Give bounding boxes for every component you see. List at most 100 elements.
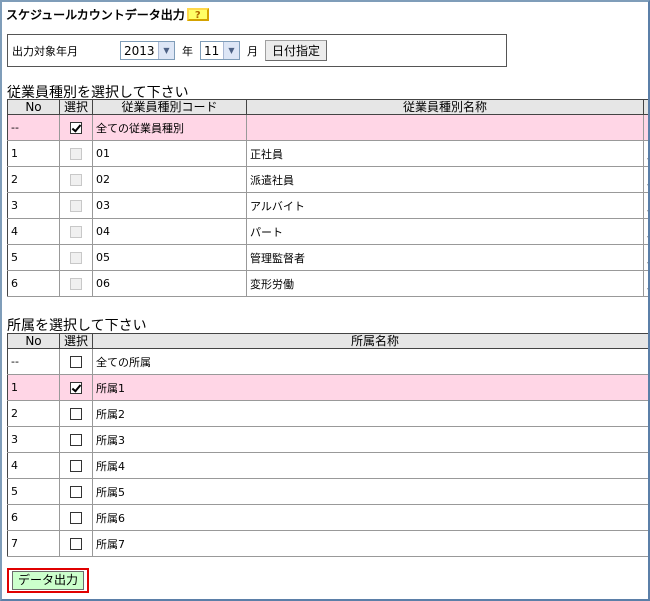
- row-select-cell[interactable]: [59, 504, 93, 531]
- row-no: 4: [7, 218, 60, 245]
- col-header-dept-name: 所属名称: [92, 333, 648, 349]
- row-select-cell[interactable]: [59, 400, 93, 427]
- row-code: 03: [92, 192, 247, 219]
- row-checkbox[interactable]: [70, 148, 82, 160]
- row-name: 所属7: [92, 530, 648, 557]
- row-extra: 月: [643, 270, 648, 297]
- row-checkbox[interactable]: [70, 122, 82, 134]
- row-code: 02: [92, 166, 247, 193]
- row-extra: ー: [643, 114, 648, 141]
- row-no: --: [7, 114, 60, 141]
- row-name: パート: [246, 218, 644, 245]
- row-select-cell[interactable]: [59, 140, 93, 167]
- year-select[interactable]: 2013 ▼: [120, 41, 175, 60]
- row-checkbox[interactable]: [70, 226, 82, 238]
- row-no: 6: [7, 504, 60, 531]
- row-select-cell[interactable]: [59, 348, 93, 375]
- table-row[interactable]: 2 02派遣社員月: [7, 166, 648, 193]
- row-checkbox[interactable]: [70, 382, 82, 394]
- row-name: 変形労働: [246, 270, 644, 297]
- col-header-name: 従業員種別名称: [246, 99, 644, 115]
- row-name: 所属4: [92, 452, 648, 479]
- chevron-down-icon[interactable]: ▼: [223, 42, 239, 59]
- row-name: アルバイト: [246, 192, 644, 219]
- row-checkbox[interactable]: [70, 252, 82, 264]
- row-select-cell[interactable]: [59, 218, 93, 245]
- month-select[interactable]: 11 ▼: [200, 41, 240, 60]
- data-output-button[interactable]: データ出力: [7, 568, 90, 593]
- row-checkbox[interactable]: [70, 278, 82, 290]
- data-output-button-label: データ出力: [12, 571, 85, 590]
- row-code: 05: [92, 244, 247, 271]
- page-title: スケジュールカウントデータ出力: [6, 7, 185, 22]
- row-select-cell[interactable]: [59, 478, 93, 505]
- row-checkbox[interactable]: [70, 200, 82, 212]
- row-name: 正社員: [246, 140, 644, 167]
- row-extra: 月: [643, 140, 648, 167]
- row-name: [246, 114, 644, 141]
- row-checkbox[interactable]: [70, 356, 82, 368]
- col-header-select: 選択: [59, 333, 93, 349]
- row-no: 7: [7, 530, 60, 557]
- row-select-cell[interactable]: [59, 244, 93, 271]
- row-extra: 月: [643, 218, 648, 245]
- row-no: 5: [7, 478, 60, 505]
- table-row[interactable]: 3 所属3: [7, 426, 648, 453]
- table-row[interactable]: 3 03アルバイト月: [7, 192, 648, 219]
- row-no: 3: [7, 192, 60, 219]
- row-no: 3: [7, 426, 60, 453]
- help-button[interactable]: ?: [186, 7, 209, 21]
- col-header-select: 選択: [59, 99, 93, 115]
- row-name: 所属6: [92, 504, 648, 531]
- table-row[interactable]: 1 01正社員月: [7, 140, 648, 167]
- year-unit: 年: [182, 44, 193, 58]
- period-filter: 出力対象年月 2013 ▼ 年 11 ▼ 月 日付指定: [7, 34, 507, 67]
- row-extra: 月: [643, 244, 648, 271]
- row-checkbox[interactable]: [70, 174, 82, 186]
- table-row[interactable]: 6 所属6: [7, 504, 648, 531]
- row-checkbox[interactable]: [70, 460, 82, 472]
- row-checkbox[interactable]: [70, 486, 82, 498]
- row-checkbox[interactable]: [70, 538, 82, 550]
- year-value: 2013: [124, 43, 155, 58]
- row-no: 2: [7, 166, 60, 193]
- row-checkbox[interactable]: [70, 434, 82, 446]
- table-row[interactable]: 5 所属5: [7, 478, 648, 505]
- table-header-row: No 選択 所属名称: [7, 333, 648, 349]
- row-checkbox[interactable]: [70, 408, 82, 420]
- table-row[interactable]: -- 全ての所属: [7, 348, 648, 375]
- table-row[interactable]: 6 06変形労働月: [7, 270, 648, 297]
- table-row[interactable]: 5 05管理監督者月: [7, 244, 648, 271]
- row-select-cell[interactable]: [59, 426, 93, 453]
- row-select-cell[interactable]: [59, 374, 93, 401]
- row-name: 全ての所属: [92, 348, 648, 375]
- month-unit: 月: [247, 44, 258, 58]
- row-name: 所属3: [92, 426, 648, 453]
- row-name: 所属1: [92, 374, 648, 401]
- col-header-no: No: [7, 99, 60, 115]
- row-select-cell[interactable]: [59, 530, 93, 557]
- row-select-cell[interactable]: [59, 192, 93, 219]
- table-row[interactable]: 4 04パート月: [7, 218, 648, 245]
- row-name: 派遣社員: [246, 166, 644, 193]
- table-row[interactable]: -- 全ての従業員種別 ー: [7, 114, 648, 141]
- row-select-cell[interactable]: [59, 270, 93, 297]
- col-header-code: 従業員種別コード: [92, 99, 247, 115]
- date-specify-button[interactable]: 日付指定: [265, 40, 328, 61]
- table-row[interactable]: 1 所属1: [7, 374, 648, 401]
- table-row[interactable]: 2 所属2: [7, 400, 648, 427]
- row-select-cell[interactable]: [59, 166, 93, 193]
- row-no: 4: [7, 452, 60, 479]
- row-no: 1: [7, 140, 60, 167]
- row-select-cell[interactable]: [59, 452, 93, 479]
- row-code: 01: [92, 140, 247, 167]
- dept-section-title: 所属を選択して下さい: [7, 318, 147, 334]
- row-no: 6: [7, 270, 60, 297]
- row-checkbox[interactable]: [70, 512, 82, 524]
- chevron-down-icon[interactable]: ▼: [158, 42, 174, 59]
- title-row: スケジュールカウントデータ出力 ?: [6, 5, 209, 23]
- row-select-cell[interactable]: [59, 114, 93, 141]
- table-row[interactable]: 4 所属4: [7, 452, 648, 479]
- table-row[interactable]: 7 所属7: [7, 530, 648, 557]
- row-no: 2: [7, 400, 60, 427]
